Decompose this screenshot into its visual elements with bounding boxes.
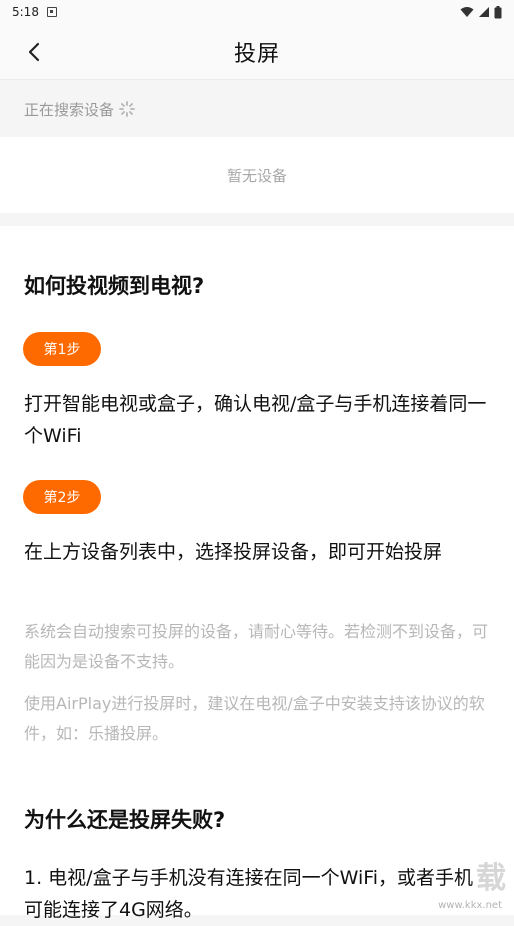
watermark-url: www.kkx.net — [438, 900, 502, 911]
step-2-badge: 第2步 — [23, 480, 101, 514]
step-1-badge: 第1步 — [23, 332, 101, 366]
watermark-text: 载 — [476, 861, 506, 896]
faq-title: 为什么还是投屏失败? — [24, 808, 226, 832]
battery-icon — [494, 5, 502, 18]
loading-spinner-icon — [119, 101, 135, 117]
chevron-left-icon — [28, 42, 40, 62]
status-time: 5:18 — [12, 5, 39, 19]
status-bar: 5:18 — [0, 0, 514, 24]
note-2: 使用AirPlay进行投屏时，建议在电视/盒子中安装支持该协议的软件，如：乐播投… — [24, 694, 485, 743]
search-status-text: 正在搜索设备 — [24, 100, 115, 119]
device-list: 暂无设备 — [0, 137, 514, 213]
step-1-text: 打开智能电视或盒子，确认电视/盒子与手机连接着同一个WiFi — [24, 393, 487, 447]
guide-title: 如何投视频到电视? — [24, 274, 205, 298]
page-title: 投屏 — [233, 41, 280, 67]
app-header: 投屏 — [0, 24, 514, 80]
note-1: 系统会自动搜索可投屏的设备，请耐心等待。若检测不到设备，可能因为是设备不支持。 — [24, 622, 489, 671]
wifi-icon — [460, 7, 474, 17]
back-button[interactable] — [18, 36, 50, 68]
search-status-bar: 正在搜索设备 — [0, 81, 514, 137]
empty-devices-text: 暂无设备 — [226, 166, 287, 185]
step-2-text: 在上方设备列表中，选择投屏设备，即可开始投屏 — [24, 541, 443, 563]
cellular-signal-icon — [479, 7, 489, 17]
help-content: 如何投视频到电视? 第1步 打开智能电视或盒子，确认电视/盒子与手机连接着同一个… — [0, 226, 514, 921]
notification-icon — [46, 7, 57, 17]
site-watermark: 载 www.kkx.net — [366, 853, 506, 913]
